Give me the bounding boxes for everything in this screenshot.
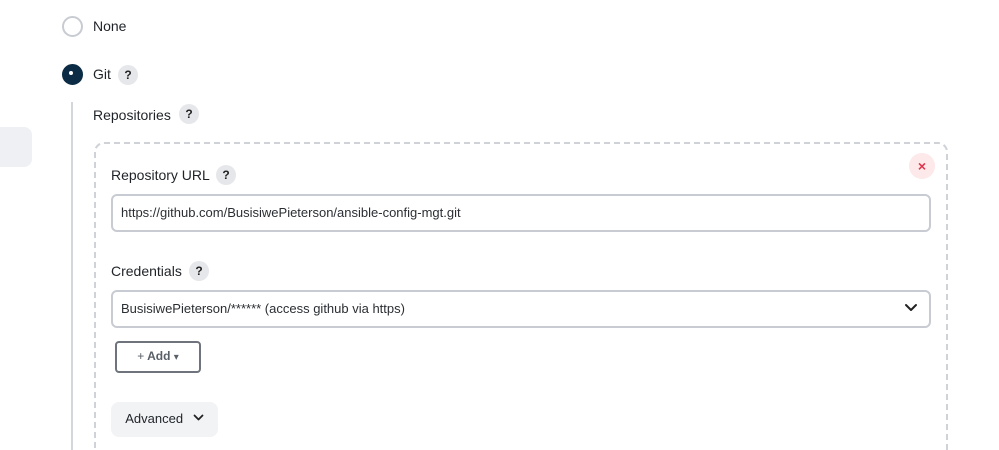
radio-git-label: Git	[93, 66, 111, 82]
advanced-button[interactable]: Advanced	[111, 402, 218, 437]
repository-url-input[interactable]: https://github.com/BusisiwePieterson/ans…	[111, 194, 931, 232]
remove-repository-button[interactable]: ×	[909, 153, 935, 179]
radio-git[interactable]	[62, 64, 83, 85]
chevron-down-icon	[193, 414, 204, 421]
repositories-label: Repositories	[93, 107, 171, 123]
section-indent-line	[71, 102, 73, 450]
add-button-label: Add	[147, 349, 171, 363]
credentials-select[interactable]: BusisiwePieterson/****** (access github …	[111, 290, 931, 328]
credentials-selected-value: BusisiwePieterson/****** (access github …	[121, 301, 405, 316]
add-plus-icon: +	[137, 349, 145, 363]
add-caret-icon: ▾	[173, 352, 179, 363]
credentials-help-icon[interactable]: ?	[189, 261, 209, 281]
repository-url-help-icon[interactable]: ?	[216, 165, 236, 185]
advanced-button-label: Advanced	[125, 411, 184, 426]
add-credentials-button[interactable]: + Add ▾	[115, 341, 201, 373]
side-tab[interactable]	[0, 127, 32, 167]
radio-none-label: None	[93, 18, 127, 34]
repositories-help-icon[interactable]: ?	[179, 104, 199, 124]
chevron-down-icon[interactable]	[904, 303, 918, 313]
credentials-label: Credentials	[111, 263, 182, 279]
radio-none[interactable]	[62, 16, 83, 37]
repository-url-label: Repository URL	[111, 167, 210, 183]
git-help-icon[interactable]: ?	[118, 65, 138, 85]
